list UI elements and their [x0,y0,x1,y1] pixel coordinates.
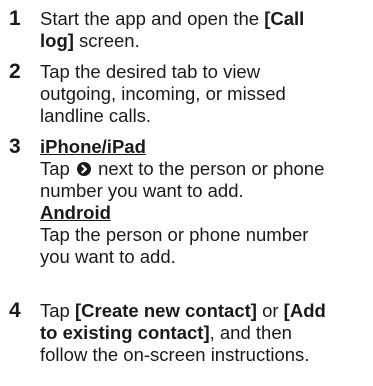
android-heading: Android [40,202,111,223]
steps-list: 1 Start the app and open the [Call log] … [0,0,373,386]
chevron-right-circle-icon [76,162,91,176]
step-number: 1 [9,7,21,30]
step-text: iPhone/iPad Tap next to the person or ph… [40,136,370,268]
create-new-contact-label: [Create new contact] [74,300,257,321]
step-text: Tap the desired tab to view outgoing, in… [40,61,286,126]
add-to-existing-label: [Add [283,300,326,321]
call-log-label: [Call [264,8,305,29]
add-to-existing-label-cont: to existing contact] [40,322,210,343]
step-number: 3 [9,135,21,158]
step-text: Start the app and open the [Call log] sc… [40,8,305,51]
step-number: 4 [9,299,21,322]
ios-heading: iPhone/iPad [40,136,146,157]
call-log-label-cont: log] [40,30,74,51]
step-number: 2 [9,60,21,83]
step-text: Tap [Create new contact] or [Add to exis… [40,300,326,365]
